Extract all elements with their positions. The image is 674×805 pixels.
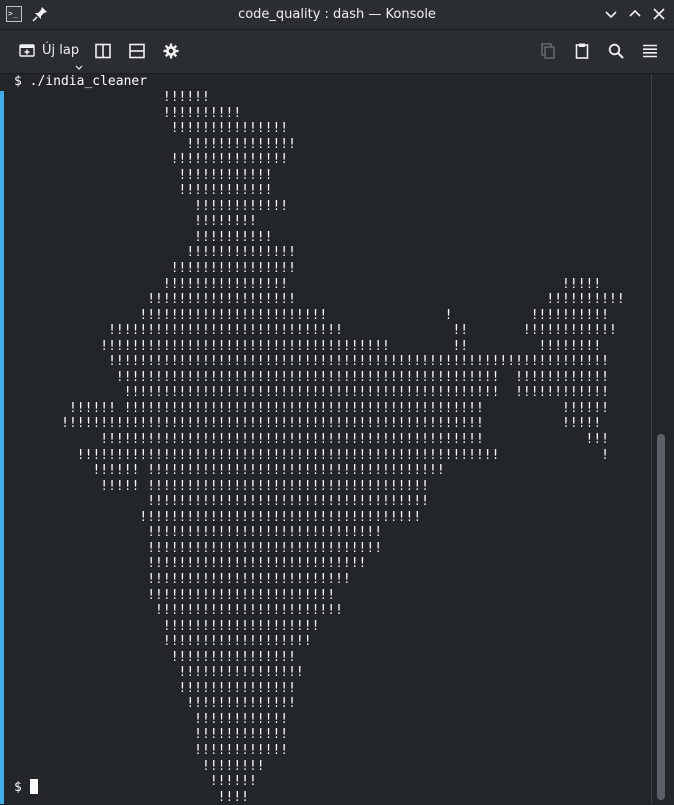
paste-icon[interactable] — [573, 42, 591, 60]
window-title: code_quality : dash — Konsole — [238, 7, 436, 22]
terminal-output: !!!!!! !!!!!!!!!! !!!!!!!!!!!!!!! !!!!!!… — [61, 90, 625, 805]
copy-icon[interactable] — [539, 42, 557, 60]
new-tab-button[interactable]: Új lap — [12, 38, 86, 70]
split-left-right-icon[interactable] — [94, 42, 112, 60]
new-tab-label: Új lap — [42, 43, 80, 58]
menu-icon[interactable] — [641, 42, 659, 60]
title-bar: >_ code_quality : dash — Konsole — [0, 0, 674, 30]
prompt: $ — [14, 780, 30, 795]
maximize-button[interactable] — [626, 5, 644, 23]
text-cursor — [29, 779, 38, 794]
prompt-line: $ — [14, 779, 38, 796]
new-tab-icon — [18, 42, 36, 60]
search-icon[interactable] — [607, 42, 625, 60]
minimize-button[interactable] — [602, 5, 620, 23]
toolbar: Új lap — [0, 30, 674, 74]
scrollbar-thumb[interactable] — [657, 434, 665, 800]
close-button[interactable] — [650, 5, 668, 23]
chevron-down-icon — [75, 56, 83, 70]
split-top-bottom-icon[interactable] — [128, 42, 146, 60]
command-line: $ ./india_cleaner — [14, 74, 148, 89]
terminal-view[interactable]: $ ./india_cleaner !!!!!! !!!!!!!!!! !!!!… — [0, 74, 674, 805]
settings-icon[interactable] — [162, 42, 180, 60]
active-terminal-indicator — [0, 91, 4, 804]
